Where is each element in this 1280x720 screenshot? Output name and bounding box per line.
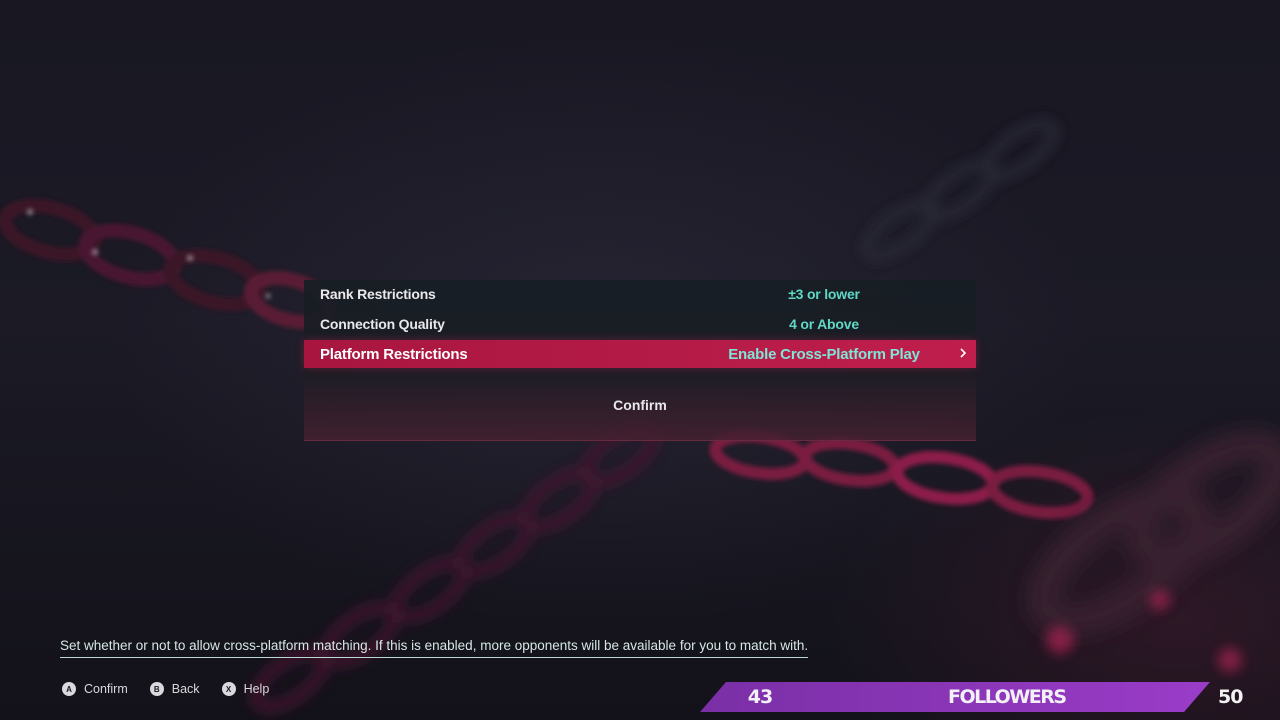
x-button-icon: X [221, 682, 236, 696]
game-screen: Rank Restrictions ±3 or lower Connection… [0, 0, 1280, 720]
chevron-right-icon[interactable] [956, 346, 970, 360]
controller-button-hints: A Confirm B Back X Help [62, 682, 291, 696]
followers-label: FOLLOWERS [948, 686, 1067, 708]
button-hint-label: Back [171, 682, 200, 696]
setting-value: Enable Cross-Platform Play [728, 345, 920, 363]
setting-value: ±3 or lower [788, 286, 860, 302]
setting-description: Set whether or not to allow cross-platfo… [60, 638, 809, 658]
matchmaking-settings-panel: Rank Restrictions ±3 or lower Connection… [304, 280, 976, 441]
setting-label: Connection Quality [320, 316, 445, 332]
b-button-icon: B [149, 682, 164, 696]
setting-row-rank-restrictions[interactable]: Rank Restrictions ±3 or lower [304, 280, 976, 308]
followers-current-count: 43 [747, 686, 773, 708]
setting-label: Rank Restrictions [320, 286, 436, 302]
setting-label: Platform Restrictions [320, 345, 468, 363]
confirm-button[interactable]: Confirm [304, 390, 976, 420]
setting-row-connection-quality[interactable]: Connection Quality 4 or Above [304, 310, 976, 338]
followers-target-count: 50 [1218, 686, 1243, 708]
a-button-icon: A [62, 682, 76, 696]
button-hint-label: Help [243, 682, 270, 696]
button-hint-back[interactable]: B Back [149, 682, 200, 696]
button-hint-confirm[interactable]: A Confirm [62, 682, 128, 696]
button-hint-help[interactable]: X Help [221, 682, 270, 696]
button-hint-label: Confirm [84, 682, 128, 696]
setting-value: 4 or Above [789, 316, 859, 332]
followers-meter: 43 FOLLOWERS 50 [700, 682, 1280, 712]
setting-row-platform-restrictions[interactable]: Platform Restrictions Enable Cross-Platf… [304, 340, 976, 368]
